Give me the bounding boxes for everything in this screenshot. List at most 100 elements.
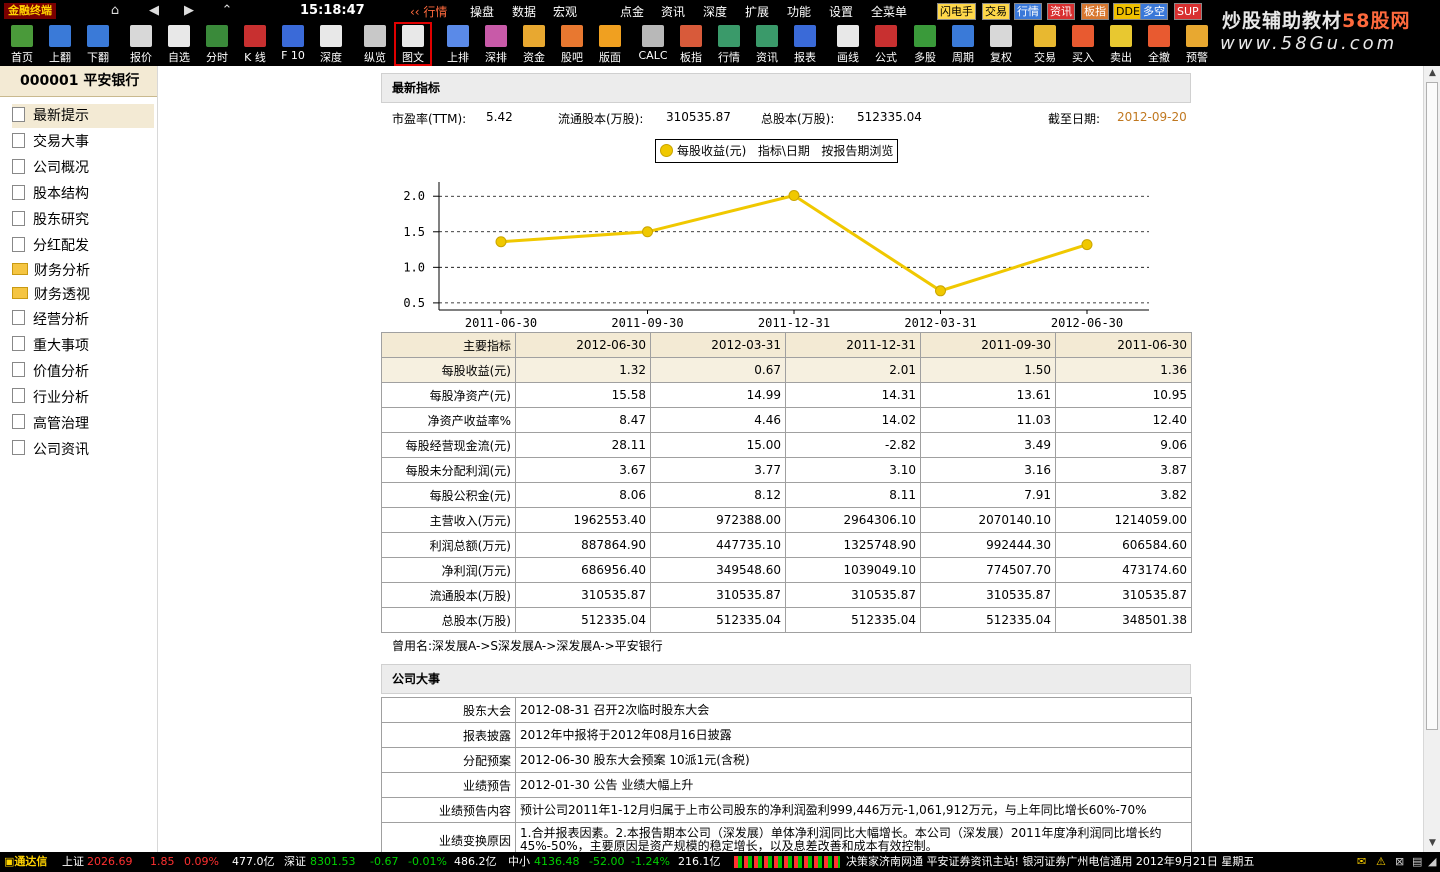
menu-item[interactable]: 深度 <box>703 3 727 20</box>
scroll-up-icon[interactable]: ▲ <box>1427 68 1438 79</box>
toolbar-label: 分时 <box>206 51 228 64</box>
quick-badge[interactable]: 行情 <box>1014 3 1042 20</box>
toolbar-button[interactable]: 报价 <box>122 22 160 66</box>
sidebar-item[interactable]: 行业分析 <box>12 386 154 410</box>
sidebar-item[interactable]: 经营分析 <box>12 308 154 332</box>
data-point[interactable] <box>495 236 507 248</box>
scroll-thumb[interactable] <box>1426 82 1438 730</box>
menu-item[interactable]: 设置 <box>829 3 853 20</box>
sidebar-item[interactable]: 最新提示 <box>12 104 154 128</box>
quick-badge[interactable]: 交易 <box>982 3 1010 20</box>
alert-status-icon[interactable]: ⚠ <box>1376 852 1386 872</box>
toolbar-button[interactable]: 分时 <box>198 22 236 66</box>
toolbar-button[interactable]: 自选 <box>160 22 198 66</box>
data-point[interactable] <box>935 285 946 297</box>
date-header-cell[interactable]: 2011-06-30 <box>1055 332 1192 358</box>
quick-badge[interactable]: 多空 <box>1140 3 1168 20</box>
data-point[interactable] <box>1081 239 1093 251</box>
toolbar-button[interactable]: CALC <box>634 22 672 66</box>
toolbar-button[interactable]: 周期 <box>944 22 982 66</box>
toolbar-button[interactable]: 交易 <box>1026 22 1064 66</box>
collapse-icon[interactable]: ⌃ <box>218 2 236 20</box>
toolbar-button[interactable]: F 10 <box>274 22 312 66</box>
toolbar-button[interactable]: 卖出 <box>1102 22 1140 66</box>
toolbar-label: 画线 <box>837 51 859 64</box>
sidebar-item[interactable]: 股本结构 <box>12 182 154 206</box>
date-header-cell[interactable]: 2012-06-30 <box>515 332 651 358</box>
event-label: 报表披露 <box>381 722 516 748</box>
toolbar-button[interactable]: 深排 <box>477 22 515 66</box>
menu-item[interactable]: 功能 <box>787 3 811 20</box>
data-point[interactable] <box>642 226 653 238</box>
event-label: 业绩预告内容 <box>381 797 516 823</box>
event-row: 业绩预告 2012-01-30 公告 业绩大幅上升 <box>381 772 1192 798</box>
chart-legend[interactable]: 每股收益(元) 指标\日期 按报告期浏览 <box>655 139 899 163</box>
back-market-label[interactable]: 行情 <box>423 5 447 19</box>
menu-item[interactable]: 资讯 <box>661 3 685 20</box>
legend-browse[interactable]: 按报告期浏览 <box>821 144 893 158</box>
toolbar-button[interactable]: 图文 <box>394 22 432 66</box>
toolbar-button[interactable]: K 线 <box>236 22 274 66</box>
lock-icon[interactable]: ⊠ <box>1395 852 1404 872</box>
back-nav-icon[interactable]: ◀ <box>145 2 163 20</box>
scroll-down-icon[interactable]: ▼ <box>1427 838 1438 849</box>
menu-item[interactable]: 点金 <box>620 3 644 20</box>
sidebar-item[interactable]: 价值分析 <box>12 360 154 384</box>
sidebar-item[interactable]: 交易大事 <box>12 130 154 154</box>
toolbar-button[interactable]: 上翻 <box>41 22 79 66</box>
data-point[interactable] <box>788 190 800 202</box>
toolbar-button[interactable]: 公式 <box>867 22 905 66</box>
toolbar-button[interactable]: 版面 <box>591 22 629 66</box>
resize-icon[interactable]: ◢ <box>1428 852 1436 872</box>
quick-badge[interactable]: 资讯 <box>1047 3 1075 20</box>
quick-badge[interactable]: 闪电手 <box>937 3 976 20</box>
toolbar-button[interactable]: 买入 <box>1064 22 1102 66</box>
menu-item[interactable]: 宏观 <box>553 3 577 20</box>
sidebar-item[interactable]: 高管治理 <box>12 412 154 436</box>
toolbar-button[interactable]: 资讯 <box>748 22 786 66</box>
quick-badge[interactable]: 板指 <box>1081 3 1109 20</box>
toolbar-button[interactable]: 股吧 <box>553 22 591 66</box>
toolbar-button[interactable]: 深度 <box>312 22 350 66</box>
toolbar-button[interactable]: 下翻 <box>79 22 117 66</box>
sidebar-item[interactable]: 股东研究 <box>12 208 154 232</box>
row-label: 流通股本(万股) <box>381 582 516 608</box>
toolbar-button[interactable]: 纵览 <box>356 22 394 66</box>
zx-index: 4136.48 <box>534 855 580 868</box>
date-header-cell[interactable]: 2011-09-30 <box>920 332 1056 358</box>
toolbar-button[interactable]: 画线 <box>829 22 867 66</box>
menu-item[interactable]: 操盘 <box>470 3 494 20</box>
menu-item[interactable]: 扩展 <box>745 3 769 20</box>
toolbar-button[interactable]: 全撤 <box>1140 22 1178 66</box>
sidebar-item[interactable]: 公司资讯 <box>12 438 154 462</box>
document-icon <box>12 236 25 252</box>
table-row: 流通股本(万股) 310535.87 310535.87 310535.87 31053… <box>381 582 1192 608</box>
quick-badge[interactable]: DDE <box>1113 3 1143 20</box>
menu-item[interactable]: 全菜单 <box>871 3 907 20</box>
sidebar-item[interactable]: 公司概况 <box>12 156 154 180</box>
toolbar-button[interactable]: 预警 <box>1178 22 1216 66</box>
date-header-cell[interactable]: 2012-03-31 <box>650 332 786 358</box>
options-icon[interactable]: ▤ <box>1412 852 1422 872</box>
toolbar-button[interactable]: 上排 <box>439 22 477 66</box>
back-to-market-link[interactable]: ‹‹ 行情 <box>410 3 447 20</box>
quick-badge[interactable]: SUP <box>1174 3 1202 20</box>
menu-item[interactable]: 数据 <box>512 3 536 20</box>
date-header-cell[interactable]: 2011-12-31 <box>785 332 921 358</box>
vertical-scrollbar[interactable]: ▲ ▼ <box>1423 66 1440 852</box>
sidebar-item[interactable]: 重大事项 <box>12 334 154 358</box>
toolbar-label: 股吧 <box>561 51 583 64</box>
sidebar-item[interactable]: 分红配发 <box>12 234 154 258</box>
mail-icon[interactable]: ✉ <box>1357 852 1366 872</box>
sidebar-item[interactable]: 财务透视 <box>12 283 154 307</box>
toolbar-button[interactable]: 复权 <box>982 22 1020 66</box>
toolbar-button[interactable]: 板指 <box>672 22 710 66</box>
home-nav-icon[interactable]: ⌂ <box>106 2 124 20</box>
toolbar-button[interactable]: 行情 <box>710 22 748 66</box>
toolbar-button[interactable]: 首页 <box>3 22 41 66</box>
sidebar-item[interactable]: 财务分析 <box>12 259 154 283</box>
toolbar-button[interactable]: 多股 <box>906 22 944 66</box>
forward-nav-icon[interactable]: ▶ <box>180 2 198 20</box>
toolbar-button[interactable]: 资金 <box>515 22 553 66</box>
toolbar-button[interactable]: 报表 <box>786 22 824 66</box>
